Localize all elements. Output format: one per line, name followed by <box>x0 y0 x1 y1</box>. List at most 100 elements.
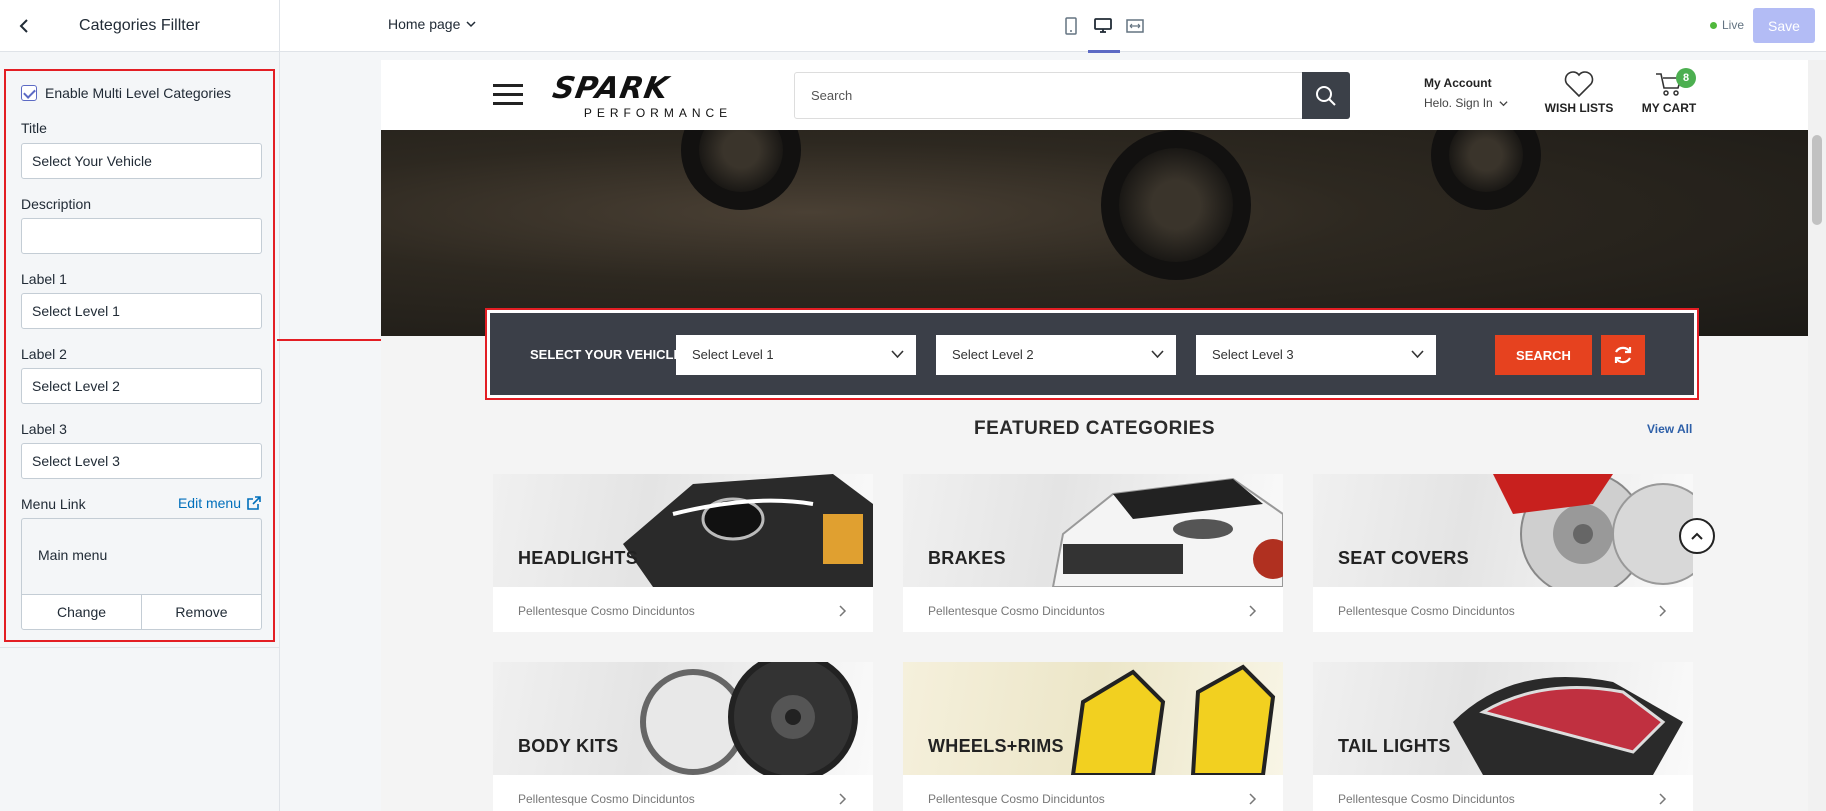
title-input[interactable]: Select Your Vehicle <box>21 143 262 179</box>
category-card[interactable]: TAIL LIGHTS Pellentesque Cosmo Dincidunt… <box>1313 662 1693 811</box>
vehicle-finder-bar: SELECT YOUR VEHICLE Select Level 1 Selec… <box>485 308 1699 400</box>
category-description: Pellentesque Cosmo Dinciduntos <box>928 604 1105 618</box>
fullwidth-view-button[interactable] <box>1124 14 1146 38</box>
mobile-view-button[interactable] <box>1060 14 1082 38</box>
category-description: Pellentesque Cosmo Dinciduntos <box>1338 792 1515 806</box>
chevron-right-icon <box>1659 793 1667 805</box>
heart-icon <box>1564 71 1594 98</box>
wishlist-link[interactable]: WISH LISTS <box>1539 70 1619 115</box>
search-placeholder: Search <box>811 88 853 103</box>
editor-topbar: Home page Live Save <box>280 0 1826 53</box>
page-selector[interactable]: Home page <box>388 16 476 32</box>
page-selector-label: Home page <box>388 16 461 32</box>
chevron-down-icon <box>466 21 476 28</box>
chevron-right-icon <box>839 605 847 617</box>
category-description: Pellentesque Cosmo Dinciduntos <box>518 604 695 618</box>
chevron-right-icon <box>839 793 847 805</box>
category-name: WHEELS+RIMS <box>928 736 1064 756</box>
preview-scrollbar[interactable] <box>1808 60 1826 811</box>
sidebar-title: Categories Fillter <box>79 16 200 34</box>
desktop-icon <box>1094 18 1112 33</box>
tail-lights-image <box>1313 662 1693 775</box>
sidebar-header: Categories Fillter <box>0 0 279 52</box>
chevron-down-icon <box>1499 100 1508 106</box>
hero-wheel-image <box>681 130 801 210</box>
chevron-down-icon <box>891 350 904 359</box>
enable-multi-level-checkbox[interactable] <box>21 85 37 101</box>
chevron-right-icon <box>1249 793 1257 805</box>
vehicle-reset-button[interactable] <box>1601 335 1645 375</box>
chevron-left-icon[interactable] <box>14 16 34 36</box>
chevron-up-icon <box>1691 532 1703 540</box>
change-menu-button[interactable]: Change <box>22 595 141 629</box>
level3-select[interactable]: Select Level 3 <box>1196 335 1436 375</box>
category-description: Pellentesque Cosmo Dinciduntos <box>928 792 1105 806</box>
cart-count-badge: 8 <box>1676 68 1696 88</box>
hero-wheel-image <box>1101 130 1251 280</box>
live-label: Live <box>1722 18 1745 32</box>
label2-label: Label 2 <box>21 346 67 362</box>
label3-label: Label 3 <box>21 421 67 437</box>
external-link-icon <box>247 496 261 510</box>
level2-select[interactable]: Select Level 2 <box>936 335 1176 375</box>
category-name: BRAKES <box>928 548 1006 568</box>
storefront-preview: SPARK PERFORMANCE Search My Account Helo… <box>381 60 1808 811</box>
site-search-input[interactable]: Search <box>794 72 1350 119</box>
device-preview-toggle <box>1060 14 1146 53</box>
title-label: Title <box>21 120 47 136</box>
chevron-down-icon <box>1411 350 1424 359</box>
edit-menu-label: Edit menu <box>177 495 241 511</box>
vehicle-finder-title: SELECT YOUR VEHICLE <box>530 347 683 362</box>
label3-input[interactable]: Select Level 3 <box>21 443 262 479</box>
menu-link-label: Menu Link <box>21 496 86 512</box>
chevron-right-icon <box>1249 605 1257 617</box>
vehicle-search-button[interactable]: SEARCH <box>1495 335 1592 375</box>
category-name: HEADLIGHTS <box>518 548 638 568</box>
scrollbar-thumb[interactable] <box>1812 135 1822 225</box>
remove-menu-button[interactable]: Remove <box>141 595 261 629</box>
cart-label: MY CART <box>1641 101 1697 115</box>
enable-multi-level-row[interactable]: Enable Multi Level Categories <box>21 85 231 101</box>
cart-link[interactable]: 8 MY CART <box>1634 68 1704 115</box>
category-card[interactable]: SEAT COVERS Pellentesque Cosmo Dincidunt… <box>1313 474 1693 632</box>
save-button[interactable]: Save <box>1753 8 1815 43</box>
logo-sub-text: PERFORMANCE <box>583 106 733 120</box>
headlights-image <box>493 474 873 587</box>
hero-slider <box>381 130 1808 336</box>
account-menu[interactable]: My Account Helo. Sign In <box>1424 76 1508 110</box>
chevron-down-icon <box>1151 350 1164 359</box>
category-card[interactable]: BRAKES Pellentesque Cosmo Dinciduntos <box>903 474 1283 632</box>
site-logo[interactable]: SPARK PERFORMANCE <box>550 71 763 120</box>
level1-select-value: Select Level 1 <box>692 347 774 362</box>
category-card[interactable]: BODY KITS Pellentesque Cosmo Dinciduntos <box>493 662 873 811</box>
label1-input[interactable]: Select Level 1 <box>21 293 262 329</box>
category-card[interactable]: WHEELS+RIMS Pellentesque Cosmo Dincidunt… <box>903 662 1283 811</box>
level2-select-value: Select Level 2 <box>952 347 1034 362</box>
label2-input[interactable]: Select Level 2 <box>21 368 262 404</box>
label1-label: Label 1 <box>21 271 67 287</box>
wishlist-label: WISH LISTS <box>1544 101 1614 115</box>
account-title: My Account <box>1424 76 1492 90</box>
settings-sidebar: Categories Fillter Enable Multi Level Ca… <box>0 0 280 811</box>
chevron-right-icon <box>1659 605 1667 617</box>
mobile-icon <box>1065 17 1077 35</box>
search-button[interactable] <box>1302 72 1350 119</box>
description-label: Description <box>21 196 92 212</box>
category-name: BODY KITS <box>518 736 619 756</box>
back-to-top-button[interactable] <box>1679 518 1715 554</box>
level1-select[interactable]: Select Level 1 <box>676 335 916 375</box>
category-card[interactable]: HEADLIGHTS Pellentesque Cosmo Dincidunto… <box>493 474 873 632</box>
fullwidth-icon <box>1126 19 1144 33</box>
edit-menu-link[interactable]: Edit menu <box>178 495 261 511</box>
description-input[interactable] <box>21 218 262 254</box>
category-name: TAIL LIGHTS <box>1338 736 1451 756</box>
featured-categories-title: FEATURED CATEGORIES <box>973 418 1216 439</box>
logo-main-text: SPARK <box>550 71 672 106</box>
hamburger-menu-icon[interactable] <box>493 84 523 106</box>
live-dot-icon <box>1710 21 1717 29</box>
live-status: Live <box>1710 18 1744 32</box>
desktop-view-button[interactable] <box>1088 14 1120 53</box>
category-description: Pellentesque Cosmo Dinciduntos <box>518 792 695 806</box>
seat-covers-image <box>1313 474 1693 587</box>
view-all-link[interactable]: View All <box>1647 422 1692 436</box>
